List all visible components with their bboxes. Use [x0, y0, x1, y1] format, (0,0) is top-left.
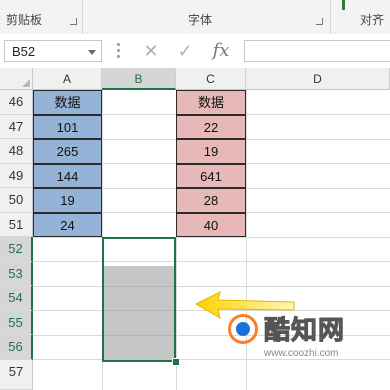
check-icon[interactable]: ✓ [172, 40, 198, 62]
ribbon-group-align: 对齐 [360, 13, 385, 27]
ribbon-accent [342, 0, 345, 10]
ribbon-group-clipboard: 剪贴板 [6, 13, 43, 27]
row-header-47[interactable]: 47 [0, 114, 33, 139]
watermark-url: www.coozhi.com [264, 348, 339, 359]
ribbon-separator [82, 0, 83, 34]
cell-c47[interactable]: 22 [176, 114, 246, 139]
name-box-value: B52 [12, 44, 36, 59]
cell-c49[interactable]: 641 [176, 163, 246, 188]
cell-c50[interactable]: 28 [176, 188, 246, 213]
drag-handle-icon[interactable] [117, 43, 120, 59]
watermark-brand: 酷知网 [263, 316, 346, 347]
column-header-b[interactable]: B [102, 68, 176, 90]
row-header-50[interactable]: 50 [0, 188, 33, 213]
row-header-48[interactable]: 48 [0, 139, 33, 164]
clipboard-launcher-icon[interactable] [70, 18, 77, 25]
cell-a49[interactable]: 144 [33, 163, 102, 188]
row-header-55[interactable]: 55 [0, 310, 33, 335]
column-header-a[interactable]: A [33, 68, 102, 90]
row-header-53[interactable]: 53 [0, 261, 33, 286]
row-header-52[interactable]: 52 [0, 237, 33, 262]
ribbon: 剪贴板 字体 对齐 [0, 0, 390, 35]
cell-a46[interactable]: 数据 [33, 90, 102, 115]
select-all-button[interactable] [0, 68, 33, 90]
row-header-54[interactable]: 54 [0, 286, 33, 311]
row-header-46[interactable]: 46 [0, 90, 33, 115]
cell-a48[interactable]: 265 [33, 139, 102, 164]
column-header-d[interactable]: D [246, 68, 390, 90]
cell-a51[interactable]: 24 [33, 212, 102, 237]
close-icon[interactable]: ✕ [138, 40, 164, 62]
cell-a47[interactable]: 101 [33, 114, 102, 139]
gridline [33, 261, 390, 262]
selection-border [102, 237, 176, 362]
gridline [33, 285, 390, 287]
watermark: 酷知网 www.coozhi.com [222, 306, 390, 366]
font-launcher-icon[interactable] [316, 18, 323, 25]
row-header-56[interactable]: 56 [0, 335, 33, 360]
fill-handle[interactable] [172, 358, 180, 366]
insert-function-button[interactable]: fx [208, 40, 234, 62]
row-header-51[interactable]: 51 [0, 212, 33, 237]
formula-bar: B52 ✕ ✓ fx [0, 34, 390, 69]
cell-a50[interactable]: 19 [33, 188, 102, 213]
name-box[interactable]: B52 [4, 40, 102, 62]
cell-c51[interactable]: 40 [176, 212, 246, 237]
ribbon-separator [330, 0, 331, 34]
formula-input[interactable] [244, 40, 390, 62]
ribbon-group-font: 字体 [188, 13, 213, 27]
column-header-c[interactable]: C [176, 68, 246, 90]
cell-c46[interactable]: 数据 [176, 90, 246, 115]
coozhi-logo-icon [228, 314, 258, 344]
chevron-down-icon[interactable] [88, 50, 96, 55]
row-header-57[interactable]: 57 [0, 359, 33, 390]
row-header-49[interactable]: 49 [0, 163, 33, 188]
cell-c48[interactable]: 19 [176, 139, 246, 164]
